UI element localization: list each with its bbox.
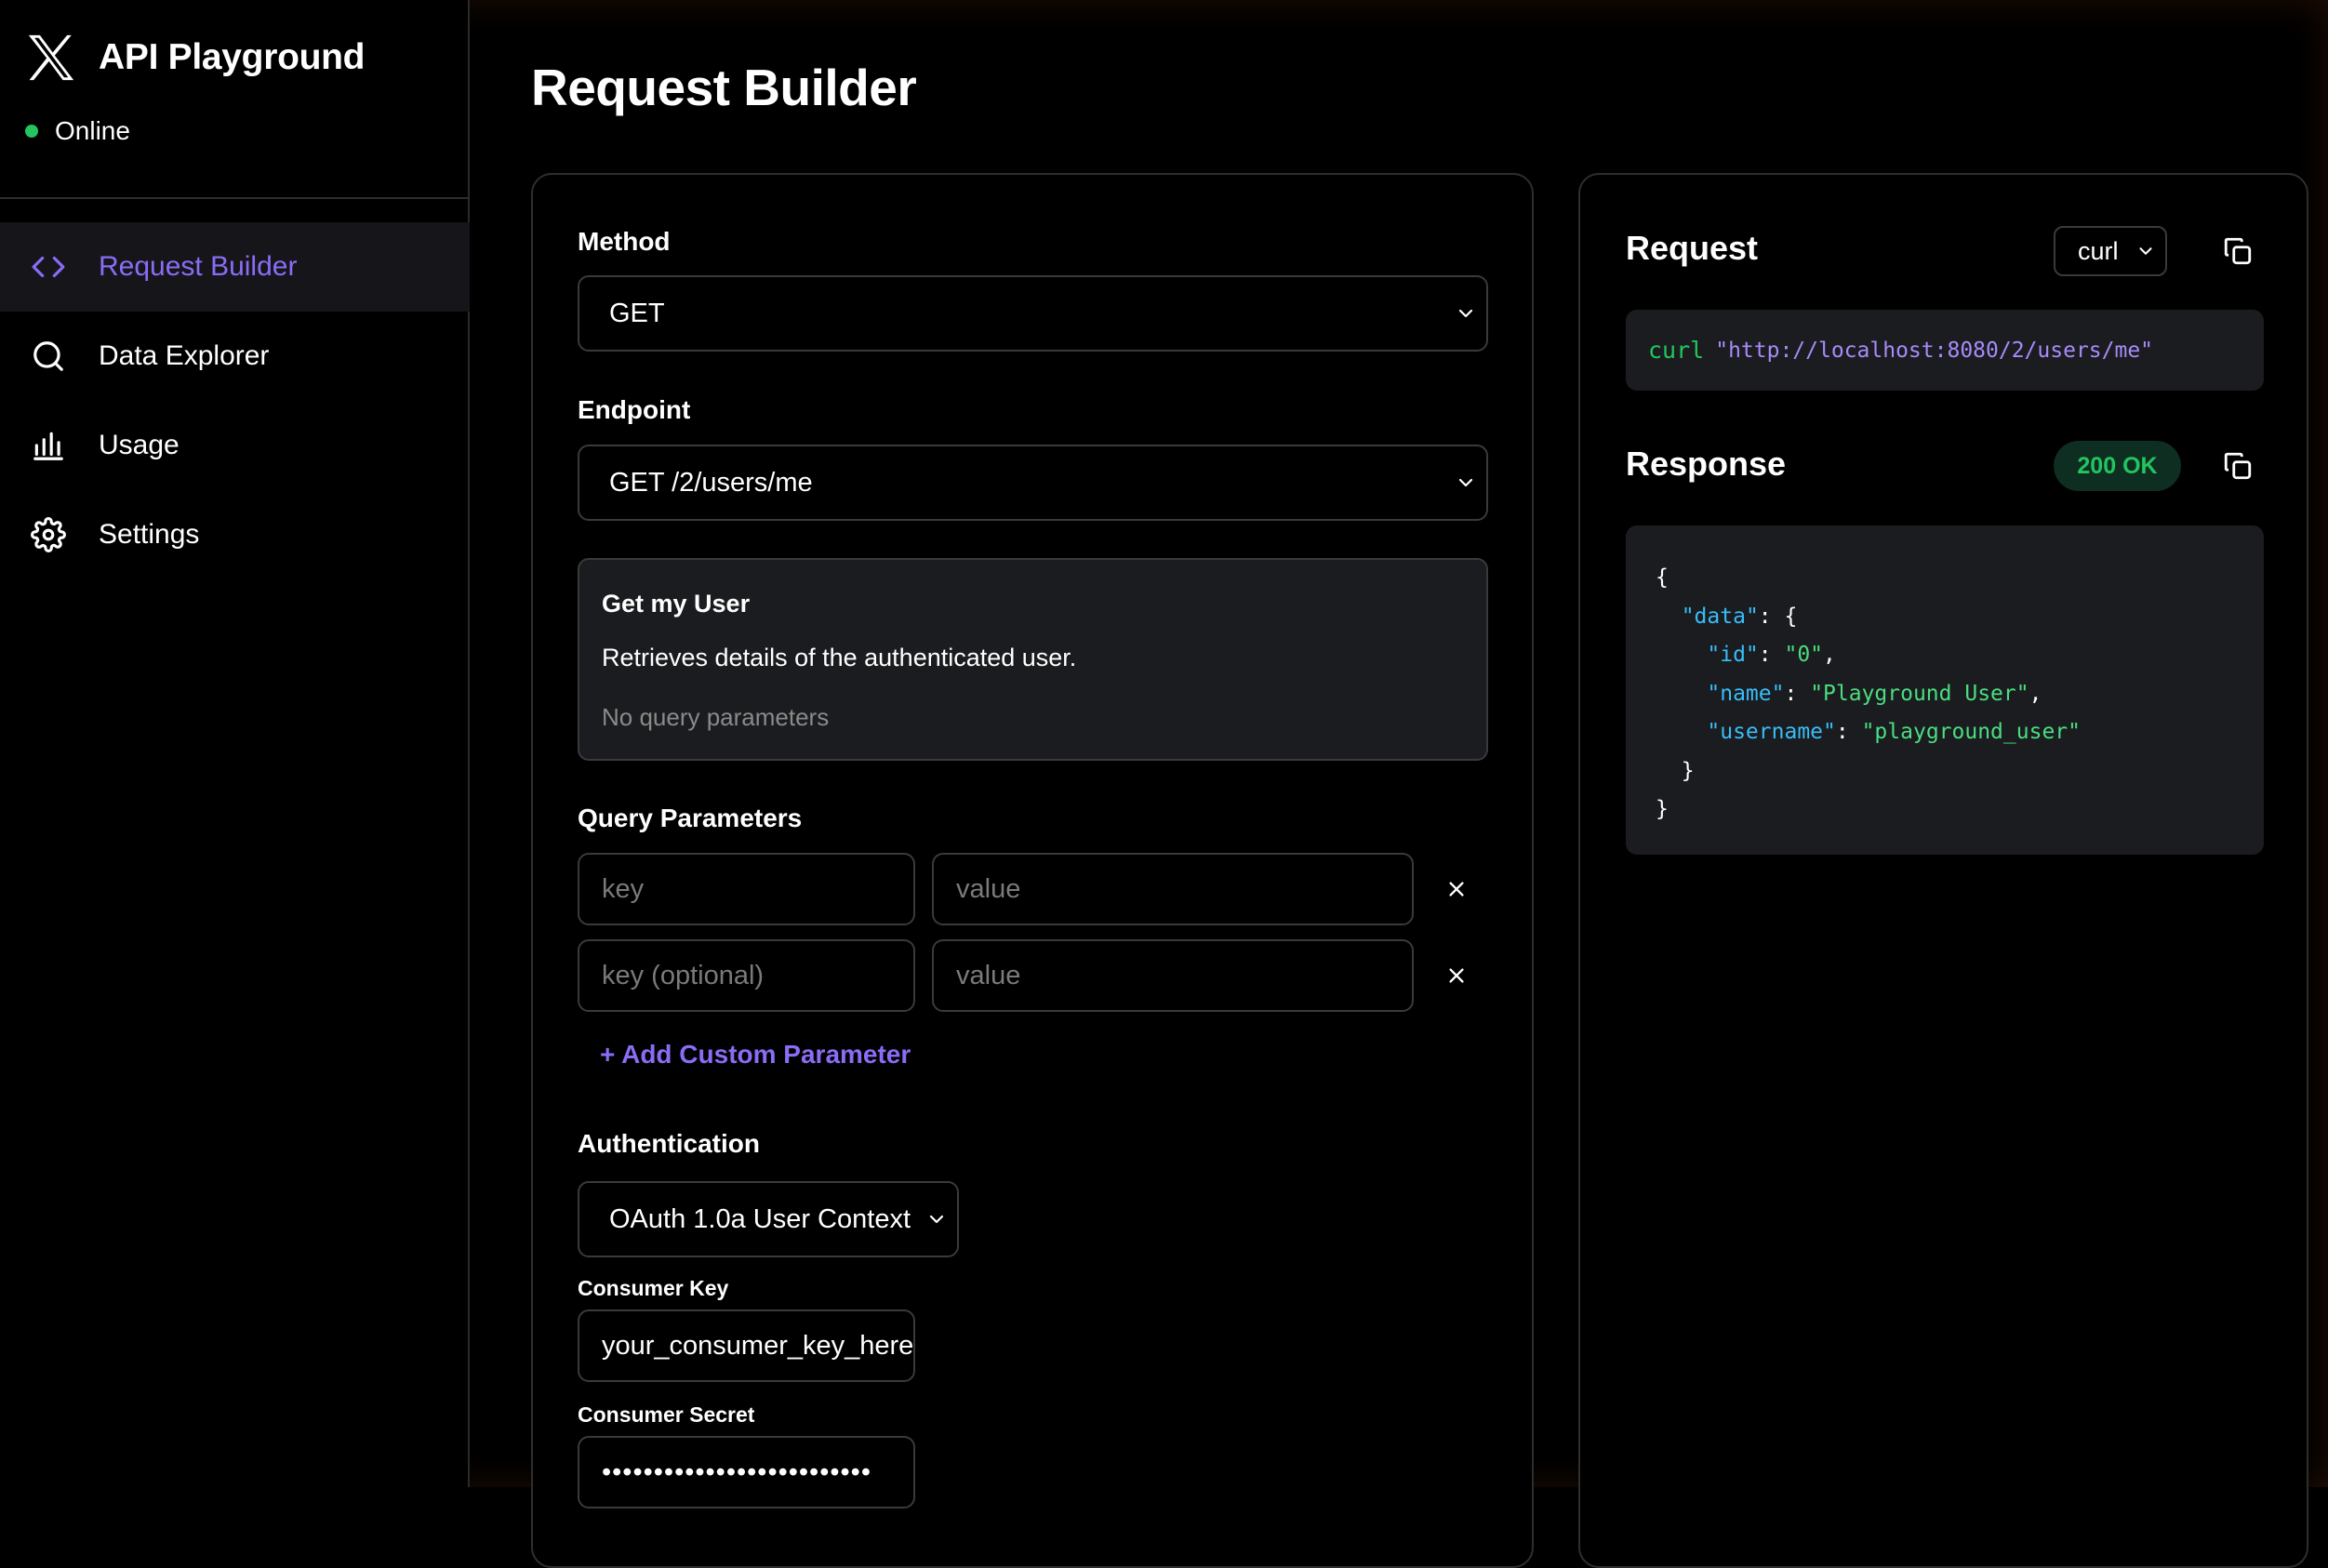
page-title: Request Builder: [531, 59, 917, 116]
method-select-value: GET: [609, 298, 665, 328]
sidebar-item-label: Data Explorer: [99, 340, 270, 371]
response-name-value: "Playground User": [1810, 681, 2029, 706]
status-text: Online: [55, 116, 130, 145]
chevron-down-icon: [2139, 247, 2152, 255]
chevron-down-icon: [929, 1215, 944, 1224]
x-logo-icon: [28, 34, 74, 81]
request-response-panel: Request curl curl "http://localhost:8080…: [1578, 173, 2308, 1568]
response-id-value: "0": [1784, 643, 1824, 667]
copy-request-button[interactable]: [2219, 233, 2256, 270]
status-badge: 200 OK: [2054, 441, 2181, 491]
copy-response-button[interactable]: [2219, 447, 2256, 485]
app-title: API Playground: [99, 37, 366, 77]
sidebar-item-data-explorer[interactable]: Data Explorer: [0, 312, 470, 401]
request-builder-panel: Method GET Endpoint GET /2/users/me Get …: [531, 173, 1534, 1568]
consumer-key-label: Consumer Key: [578, 1276, 729, 1300]
endpoint-select-value: GET /2/users/me: [609, 467, 813, 498]
endpoint-label: Endpoint: [578, 395, 691, 424]
consumer-key-input[interactable]: your_consumer_key_here: [578, 1309, 915, 1382]
sidebar-item-settings[interactable]: Settings: [0, 490, 470, 579]
method-select[interactable]: GET: [578, 275, 1488, 352]
endpoint-info-title: Get my User: [602, 590, 751, 618]
param-value-input[interactable]: value: [932, 853, 1414, 925]
request-title: Request: [1626, 229, 1759, 267]
add-custom-parameter-button[interactable]: + Add Custom Parameter: [600, 1040, 911, 1070]
param-key-input[interactable]: key: [578, 853, 915, 925]
query-params-label: Query Parameters: [578, 804, 803, 832]
endpoint-select[interactable]: GET /2/users/me: [578, 445, 1488, 521]
search-icon: [30, 338, 67, 375]
sidebar-item-usage[interactable]: Usage: [0, 401, 470, 490]
endpoint-info-box: Get my User Retrieves details of the aut…: [578, 558, 1488, 761]
remove-param-button[interactable]: [1440, 959, 1473, 992]
remove-param-button[interactable]: [1440, 872, 1473, 906]
endpoint-info-note: No query parameters: [602, 703, 830, 731]
request-command: curl: [1648, 337, 1705, 364]
authentication-label: Authentication: [578, 1129, 760, 1158]
consumer-secret-input[interactable]: ••••••••••••••••••••••••••: [578, 1436, 915, 1508]
request-format-select[interactable]: curl: [2054, 226, 2167, 276]
status-dot-icon: [25, 125, 38, 138]
authentication-select-value: OAuth 1.0a User Context: [609, 1203, 911, 1234]
chevron-down-icon: [1458, 478, 1473, 487]
sidebar-item-request-builder[interactable]: Request Builder: [0, 222, 470, 312]
sidebar: API Playground Online Request Builder Da…: [0, 0, 470, 1487]
chevron-down-icon: [1458, 309, 1473, 318]
copy-icon: [2224, 237, 2252, 265]
method-label: Method: [578, 227, 671, 256]
param-key-input[interactable]: key (optional): [578, 939, 915, 1012]
close-icon: [1449, 968, 1464, 983]
param-key-placeholder: key: [602, 873, 645, 904]
copy-icon: [2224, 452, 2252, 480]
sidebar-item-label: Settings: [99, 519, 200, 550]
param-value-placeholder: value: [956, 873, 1021, 904]
param-key-placeholder: key (optional): [602, 960, 765, 990]
consumer-secret-value: ••••••••••••••••••••••••••: [602, 1456, 871, 1487]
param-value-placeholder: value: [956, 960, 1021, 990]
gear-icon: [30, 516, 67, 553]
endpoint-info-description: Retrieves details of the authenticated u…: [602, 644, 1077, 671]
close-icon: [1449, 882, 1464, 897]
sidebar-item-label: Request Builder: [99, 251, 298, 282]
status-indicator: Online: [25, 116, 130, 146]
sidebar-divider: [0, 197, 470, 199]
param-value-input[interactable]: value: [932, 939, 1414, 1012]
sidebar-item-label: Usage: [99, 430, 180, 460]
request-code-block: curl "http://localhost:8080/2/users/me": [1626, 310, 2264, 391]
consumer-secret-label: Consumer Secret: [578, 1402, 755, 1427]
response-code-block: { "data": { "id": "0", "name": "Playgrou…: [1626, 525, 2264, 855]
bar-chart-icon: [30, 427, 67, 464]
request-format-value: curl: [2078, 236, 2119, 265]
code-brackets-icon: [30, 248, 67, 286]
consumer-key-value: your_consumer_key_here: [602, 1330, 914, 1361]
response-title: Response: [1626, 445, 1787, 483]
response-username-value: "playground_user": [1861, 720, 2081, 744]
authentication-select[interactable]: OAuth 1.0a User Context: [578, 1181, 959, 1257]
sidebar-nav: Request Builder Data Explorer Usage Sett…: [0, 222, 470, 579]
request-url: "http://localhost:8080/2/users/me": [1715, 338, 2154, 363]
brand: API Playground: [24, 30, 365, 86]
